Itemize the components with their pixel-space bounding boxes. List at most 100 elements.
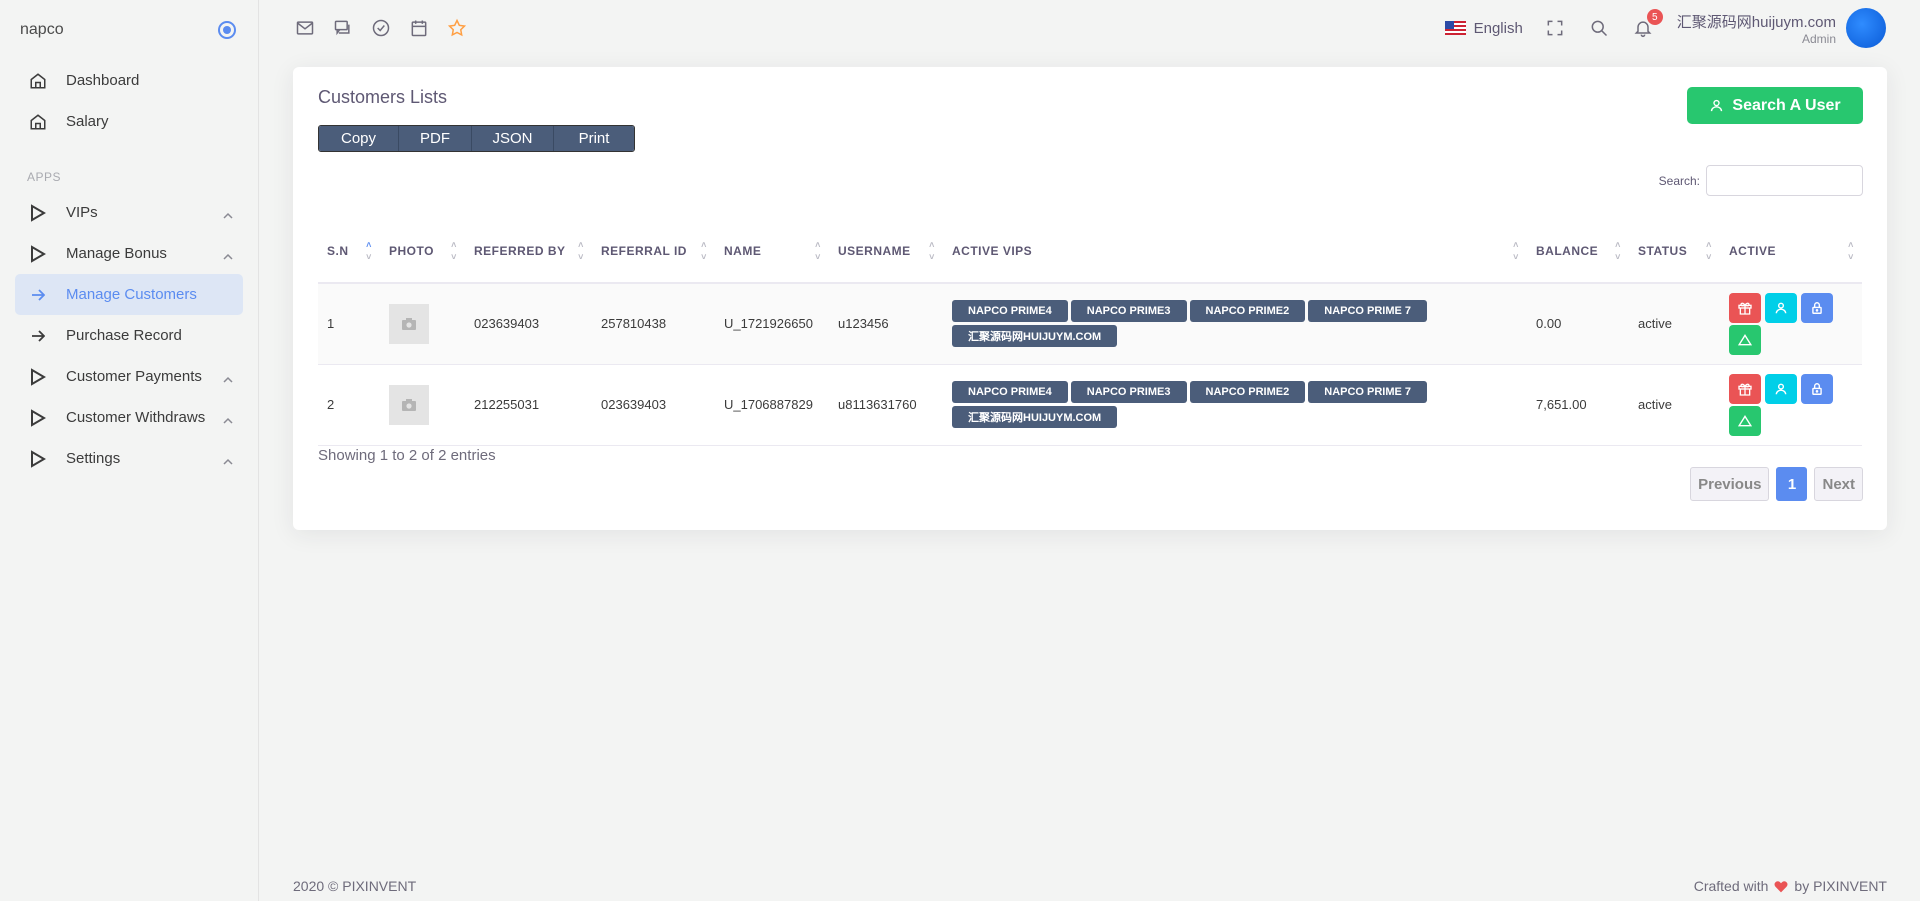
column-header-active-vips[interactable]: ACTIVE VIPS ˄ ˅ <box>943 219 1527 284</box>
cell-referral-id: 023639403 <box>592 364 715 446</box>
column-header-referred-by[interactable]: REFERRED BY ˄ ˅ <box>465 219 592 284</box>
view-user-button[interactable] <box>1765 292 1797 323</box>
photo-placeholder <box>389 303 429 344</box>
bonus-button[interactable] <box>1729 373 1761 404</box>
vip-badge: NAPCO PRIME 7 <box>1308 381 1428 403</box>
chevron-up-icon <box>223 249 233 260</box>
footer-credit-suffix: by PIXINVENT <box>1794 878 1887 894</box>
cell-referral-id: 257810438 <box>592 283 715 365</box>
avatar[interactable] <box>1846 8 1886 48</box>
language-label: English <box>1473 19 1523 37</box>
camera-icon <box>402 398 416 411</box>
check-circle-icon[interactable] <box>371 18 391 38</box>
column-header-username[interactable]: USERNAME ˄ ˅ <box>829 219 943 284</box>
footer-credit-prefix: Crafted with <box>1693 878 1769 894</box>
sort-icon: ˄ ˅ <box>701 239 707 262</box>
search-user-button[interactable]: Search A User <box>1687 87 1863 124</box>
sort-icon: ˄ ˅ <box>815 239 821 262</box>
brand-name[interactable]: napco <box>20 21 64 39</box>
user-info[interactable]: 汇聚源码网huijuym.com Admin <box>1677 11 1836 46</box>
chevron-up-icon <box>223 208 233 219</box>
column-header-status[interactable]: STATUS ˄ ˅ <box>1629 219 1720 284</box>
photo-placeholder <box>389 384 429 425</box>
play-icon <box>28 449 48 469</box>
column-header-sn[interactable]: S.N ˄ ˅ <box>318 219 380 284</box>
previous-button[interactable]: Previous <box>1690 467 1770 501</box>
footer-credit: Crafted with by PIXINVENT <box>1694 878 1887 894</box>
sidebar-item-label: Dashboard <box>66 72 140 89</box>
sidebar-item-settings[interactable]: Settings <box>15 438 243 479</box>
print-button[interactable]: Print <box>554 126 634 151</box>
cell-sn: 1 <box>318 283 380 365</box>
sidebar-item-purchase-record[interactable]: Purchase Record <box>15 315 243 356</box>
fullscreen-icon[interactable] <box>1545 18 1565 38</box>
user-role: Admin <box>1801 31 1836 46</box>
bonus-button[interactable] <box>1729 292 1761 323</box>
camera-icon <box>402 317 416 330</box>
column-header-balance[interactable]: BALANCE ˄ ˅ <box>1527 219 1629 284</box>
cell-photo <box>380 283 465 365</box>
next-button[interactable]: Next <box>1814 467 1863 501</box>
export-button-group: Copy PDF JSON Print <box>318 125 635 152</box>
sidebar-item-salary[interactable]: Salary <box>15 101 243 142</box>
triangle-icon <box>1738 333 1752 346</box>
column-header-active[interactable]: ACTIVE ˄ ˅ <box>1720 219 1862 284</box>
pdf-button[interactable]: PDF <box>399 126 472 151</box>
sort-icon: ˄ ˅ <box>1848 239 1854 262</box>
chat-icon[interactable] <box>333 18 353 38</box>
upgrade-button[interactable] <box>1729 324 1761 355</box>
cell-sn: 2 <box>318 364 380 446</box>
cell-username: u123456 <box>829 283 943 365</box>
search-input[interactable] <box>1706 165 1863 196</box>
page-1-button[interactable]: 1 <box>1776 467 1808 501</box>
cell-active-vips: NAPCO PRIME4 NAPCO PRIME3 NAPCO PRIME2 N… <box>943 364 1527 446</box>
mail-icon[interactable] <box>295 18 315 38</box>
sidebar-toggle-icon[interactable] <box>218 21 236 39</box>
bell-icon[interactable]: 5 <box>1633 9 1663 38</box>
user-name: 汇聚源码网huijuym.com <box>1676 13 1836 31</box>
user-icon <box>1775 383 1787 394</box>
search-icon[interactable] <box>1589 18 1609 38</box>
lock-button[interactable] <box>1801 373 1833 404</box>
sidebar-item-dashboard[interactable]: Dashboard <box>15 60 243 101</box>
sidebar-item-customer-payments[interactable]: Customer Payments <box>15 356 243 397</box>
cell-referred-by: 023639403 <box>465 283 592 365</box>
lock-icon <box>1812 382 1822 395</box>
cell-name: U_1721926650 <box>715 283 829 365</box>
column-header-photo[interactable]: PHOTO ˄ ˅ <box>380 219 465 284</box>
sidebar-item-customer-withdraws[interactable]: Customer Withdraws <box>15 397 243 438</box>
home-icon <box>28 71 48 91</box>
json-button[interactable]: JSON <box>472 126 554 151</box>
cell-balance: 7,651.00 <box>1527 364 1629 446</box>
sidebar-item-label: Manage Customers <box>66 286 197 303</box>
play-icon <box>28 203 48 223</box>
sidebar-item-label: Settings <box>66 450 121 467</box>
us-flag-icon <box>1444 21 1466 35</box>
sidebar-item-label: Salary <box>66 113 109 130</box>
star-icon[interactable] <box>447 18 467 38</box>
column-header-referral-id[interactable]: REFERRAL ID ˄ ˅ <box>592 219 715 284</box>
sidebar: napco Dashboard Salary APPS VIPs Manage … <box>0 0 259 901</box>
gift-icon <box>1738 302 1752 315</box>
customers-table: S.N ˄ ˅ PHOTO ˄ ˅ REFERRED BY ˄ ˅ REFERRAL ID ˄… <box>318 219 1862 446</box>
cell-photo <box>380 364 465 446</box>
cell-status: active <box>1629 283 1720 365</box>
pagination: Previous 1 Next <box>1690 467 1863 501</box>
upgrade-button[interactable] <box>1729 405 1761 436</box>
copy-button[interactable]: Copy <box>319 126 399 151</box>
sidebar-item-label: Purchase Record <box>66 327 182 344</box>
cell-active-vips: NAPCO PRIME4 NAPCO PRIME3 NAPCO PRIME2 N… <box>943 283 1527 365</box>
search-user-label: Search A User <box>1732 96 1841 114</box>
chevron-up-icon <box>223 372 233 383</box>
sidebar-item-vips[interactable]: VIPs <box>15 192 243 233</box>
sidebar-item-manage-customers[interactable]: Manage Customers <box>15 274 243 315</box>
language-dropdown[interactable]: English <box>1444 19 1523 37</box>
lock-button[interactable] <box>1801 292 1833 323</box>
calendar-icon[interactable] <box>409 18 429 38</box>
cell-referred-by: 212255031 <box>465 364 592 446</box>
play-icon <box>28 408 48 428</box>
view-user-button[interactable] <box>1765 373 1797 404</box>
sidebar-item-manage-bonus[interactable]: Manage Bonus <box>15 233 243 274</box>
column-header-name[interactable]: NAME ˄ ˅ <box>715 219 829 284</box>
sort-icon: ˄ ˅ <box>1513 239 1519 262</box>
